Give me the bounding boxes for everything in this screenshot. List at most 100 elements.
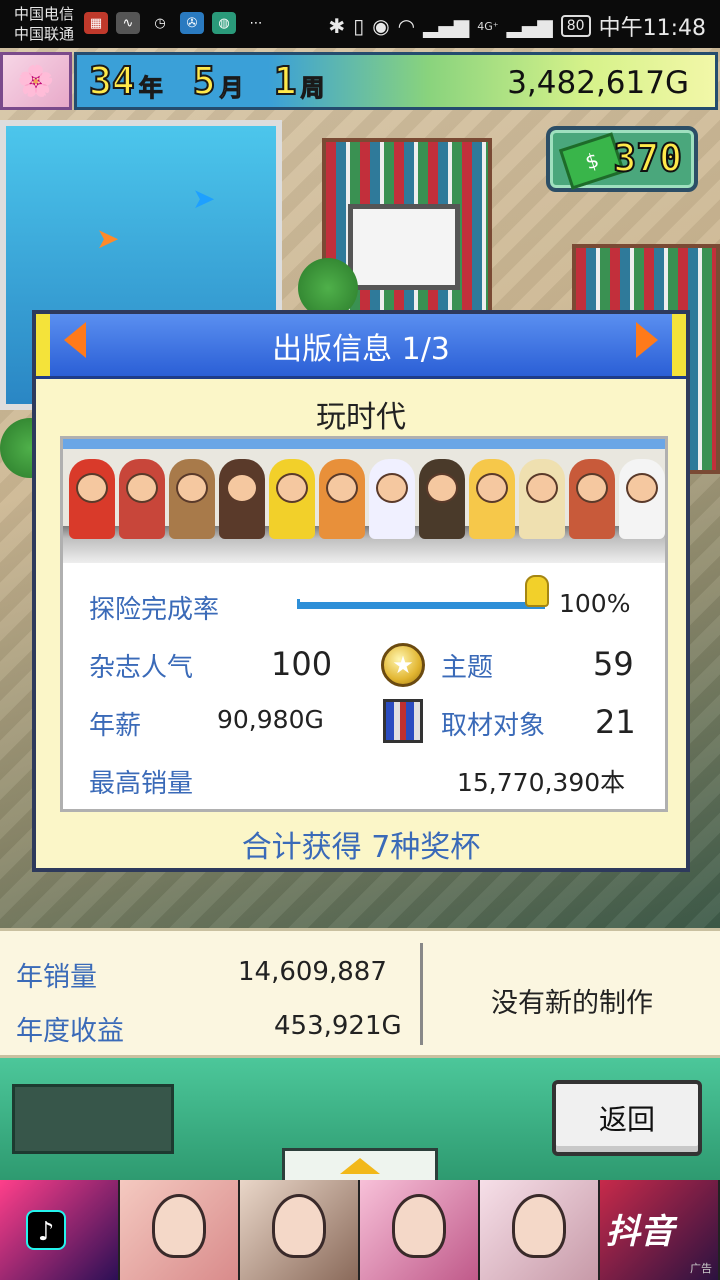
ad-banner[interactable]: ♪ 抖音 广告 bbox=[0, 1180, 720, 1280]
dialog-title: 出版信息 1/3 bbox=[272, 332, 450, 367]
theme-label: 主题 bbox=[441, 653, 494, 683]
best-sales-value: 15,770,390本 bbox=[457, 768, 626, 797]
system-indicators: ✱ ▯ ◉ ◠ ▂▄▆ 4G⁺ ▂▄▆ 80 中午11:48 bbox=[328, 10, 706, 42]
staff-character-sprite bbox=[469, 459, 515, 539]
stats-divider bbox=[420, 943, 423, 1045]
week-unit: 周 bbox=[300, 74, 325, 103]
staff-character-sprite bbox=[619, 459, 665, 539]
year-number: 34 bbox=[88, 58, 136, 104]
ad-tile: ♪ bbox=[0, 1180, 120, 1280]
date-money-bar: 34 年 5 月 1 周 3,482,617G bbox=[74, 52, 718, 110]
status-bar: 中国电信 中国联通 ▦ ∿ ◷ ✇ ◍ ⋯ ✱ ▯ ◉ ◠ ▂▄▆ 4G⁺ ▂▄… bbox=[0, 0, 720, 48]
notification-icons: ▦ ∿ ◷ ✇ ◍ ⋯ bbox=[84, 12, 268, 34]
explore-progress-bar bbox=[297, 575, 549, 609]
potted-plant bbox=[298, 258, 358, 318]
theme-value: 59 bbox=[593, 645, 634, 683]
more-icon: ⋯ bbox=[249, 15, 263, 31]
salary-label: 年薪 bbox=[89, 711, 142, 741]
battery-icon: 80 bbox=[560, 15, 591, 37]
staff-character-sprite bbox=[119, 459, 165, 539]
popularity-value: 100 bbox=[271, 645, 333, 683]
character-face bbox=[576, 473, 608, 503]
month-unit: 月 bbox=[219, 74, 244, 103]
pinwheel-app-icon: ✇ bbox=[180, 12, 204, 34]
eye-comfort-icon: ◉ bbox=[372, 14, 390, 38]
currency-badge[interactable]: $ 370 bbox=[546, 126, 698, 192]
popularity-label: 杂志人气 bbox=[89, 653, 194, 683]
next-page-arrow-icon[interactable] bbox=[636, 322, 658, 358]
timer-icon: ◷ bbox=[154, 15, 166, 31]
person-photo bbox=[392, 1194, 446, 1258]
publish-info-dialog: 出版信息 1/3 玩时代 探险完成率 100% 杂志人气 100 ★ 主题 59… bbox=[32, 310, 690, 872]
staff-character-sprite bbox=[369, 459, 415, 539]
money-amount: 3,482,617G bbox=[507, 65, 689, 101]
person-photo bbox=[512, 1194, 566, 1258]
signal-icon: ▂▄▆ bbox=[423, 14, 470, 38]
magazine-name: 玩时代 bbox=[316, 400, 406, 435]
annual-sales-value: 14,609,887 bbox=[238, 957, 387, 987]
production-status: 没有新的制作 bbox=[491, 988, 653, 1019]
staff-character-sprite bbox=[569, 459, 615, 539]
theme-medal-icon: ★ bbox=[381, 643, 425, 687]
person-photo bbox=[152, 1194, 206, 1258]
character-face bbox=[376, 473, 408, 503]
ad-tile: 抖音 广告 bbox=[600, 1180, 720, 1280]
vibrate-icon: ▯ bbox=[353, 14, 365, 38]
empty-slot[interactable] bbox=[12, 1084, 174, 1154]
month-number: 5 bbox=[192, 58, 217, 104]
trophy-summary: 合计获得 7种奖杯 bbox=[241, 830, 481, 865]
salary-value: 90,980G bbox=[217, 705, 324, 734]
chevron-up-icon bbox=[340, 1157, 380, 1174]
character-face bbox=[226, 473, 258, 503]
ad-tile bbox=[240, 1180, 360, 1280]
annual-stats-panel: 年销量 14,609,887 年度收益 453,921G 没有新的制作 bbox=[0, 928, 720, 1058]
wifi-icon: ◠ bbox=[397, 14, 416, 38]
subject-icon bbox=[383, 699, 423, 743]
annual-revenue-value: 453,921G bbox=[274, 1011, 402, 1041]
top-hud: 🌸 34 年 5 月 1 周 3,482,617G bbox=[0, 50, 720, 112]
staff-character-sprite bbox=[269, 459, 315, 539]
character-face bbox=[76, 473, 108, 503]
explore-rate-label: 探险完成率 bbox=[89, 595, 220, 625]
character-face bbox=[526, 473, 558, 503]
ad-tile bbox=[360, 1180, 480, 1280]
character-face bbox=[426, 473, 458, 503]
staff-character-sprite bbox=[419, 459, 465, 539]
network-type: 4G⁺ bbox=[477, 19, 499, 33]
ad-tile bbox=[120, 1180, 240, 1280]
ad-tile bbox=[480, 1180, 600, 1280]
person-photo bbox=[272, 1194, 326, 1258]
character-list bbox=[69, 459, 665, 539]
expand-menu-tab[interactable] bbox=[282, 1148, 438, 1180]
carrier-2: 中国联通 bbox=[14, 25, 75, 43]
character-face bbox=[326, 473, 358, 503]
game-date: 34 年 5 月 1 周 bbox=[88, 58, 351, 104]
staff-character-sprite bbox=[169, 459, 215, 539]
progress-fill bbox=[297, 602, 545, 606]
ad-tag: 广告 bbox=[690, 1262, 712, 1275]
character-face bbox=[476, 473, 508, 503]
year-unit: 年 bbox=[138, 74, 163, 103]
annual-revenue-label: 年度收益 bbox=[16, 1016, 124, 1047]
dialog-header: 出版信息 1/3 bbox=[36, 314, 686, 379]
activity-icon: ∿ bbox=[116, 12, 140, 34]
info-panel: 探险完成率 100% 杂志人气 100 ★ 主题 59 年薪 90,980G 取… bbox=[60, 436, 668, 812]
carrier-info: 中国电信 中国联通 bbox=[14, 4, 74, 44]
clock: 中午11:48 bbox=[598, 16, 706, 41]
subject-label: 取材对象 bbox=[441, 711, 546, 741]
signal-icon-2: ▂▄▆ bbox=[506, 14, 553, 38]
staff-character-sprite bbox=[69, 459, 115, 539]
blue-fish-icon: ➤ bbox=[192, 182, 216, 215]
carrier-1: 中国电信 bbox=[14, 5, 75, 23]
bluetooth-icon: ✱ bbox=[328, 14, 346, 38]
subject-value: 21 bbox=[595, 703, 636, 741]
runner-icon bbox=[525, 575, 549, 607]
staff-character-sprite bbox=[319, 459, 365, 539]
back-button[interactable]: 返回 bbox=[552, 1080, 702, 1156]
staff-character-sprite bbox=[519, 459, 565, 539]
character-face bbox=[176, 473, 208, 503]
character-face bbox=[626, 473, 658, 503]
season-icon[interactable]: 🌸 bbox=[0, 52, 72, 110]
game-app-icon: ▦ bbox=[84, 12, 108, 34]
annual-sales-label: 年销量 bbox=[16, 962, 97, 993]
